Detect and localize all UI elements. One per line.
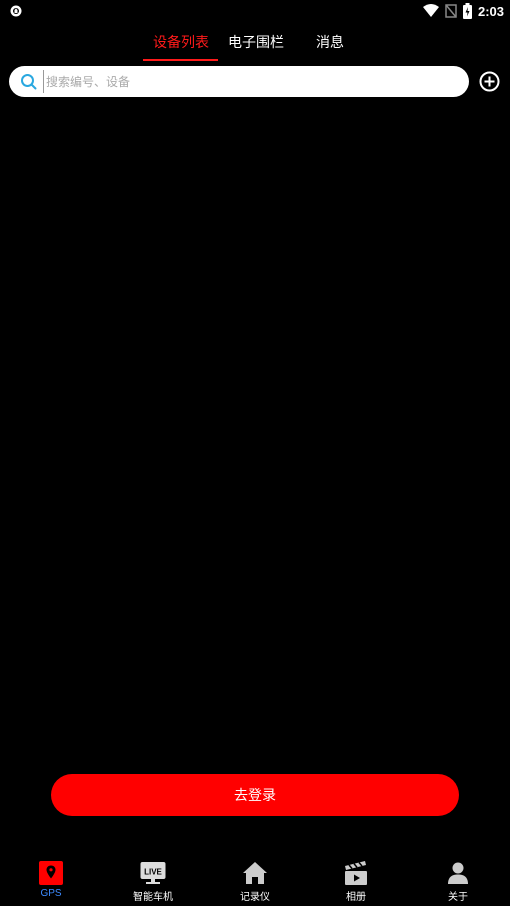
- top-tabs: 设备列表 电子围栏 消息: [0, 22, 510, 62]
- nav-item-smart-car[interactable]: LIVE 智能车机: [103, 860, 203, 906]
- status-bar: 2:03: [0, 0, 510, 22]
- home-icon: [243, 862, 267, 884]
- nav-label-album: 相册: [346, 892, 366, 903]
- status-time: 2:03: [477, 3, 504, 19]
- live-tv-icon: LIVE: [140, 862, 166, 884]
- nav-item-gps[interactable]: GPS: [1, 860, 101, 906]
- search-icon: [21, 74, 37, 90]
- nav-item-album[interactable]: 相册: [306, 860, 406, 906]
- clapperboard-icon: [345, 861, 367, 885]
- search-input[interactable]: [43, 70, 456, 93]
- nav-label-gps: GPS: [40, 888, 62, 899]
- tab-geofence[interactable]: 电子围栏: [228, 32, 284, 52]
- tab-active-indicator: [143, 59, 218, 61]
- nav-item-recorder[interactable]: 记录仪: [205, 860, 305, 906]
- app-notification-icon: [10, 5, 22, 17]
- add-icon[interactable]: [479, 71, 500, 92]
- battery-charging-icon: [462, 3, 472, 19]
- nav-label-recorder: 记录仪: [240, 892, 270, 903]
- signal-off-icon: [445, 4, 457, 18]
- user-icon: [448, 862, 468, 884]
- search-bar: [9, 66, 469, 97]
- status-icons: 2:03: [422, 2, 504, 20]
- map-pin-icon: [39, 861, 63, 885]
- nav-item-about[interactable]: 关于: [408, 860, 508, 906]
- svg-text:LIVE: LIVE: [144, 868, 162, 877]
- nav-label-smart-car: 智能车机: [133, 892, 173, 903]
- tab-device-list[interactable]: 设备列表: [153, 32, 209, 52]
- tab-messages[interactable]: 消息: [316, 32, 344, 52]
- login-button[interactable]: 去登录: [51, 774, 459, 816]
- nav-label-about: 关于: [448, 892, 468, 903]
- bottom-nav: GPS LIVE 智能车机 记录仪 相册 关于: [0, 856, 510, 906]
- wifi-icon: [422, 4, 439, 17]
